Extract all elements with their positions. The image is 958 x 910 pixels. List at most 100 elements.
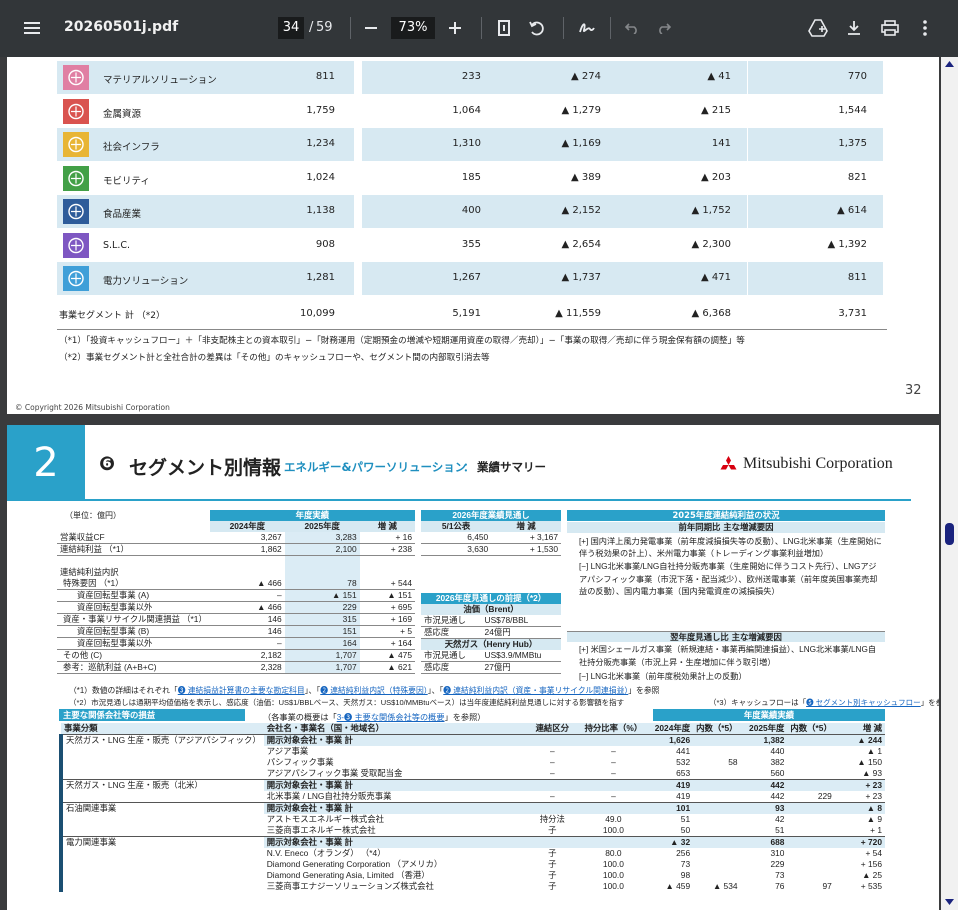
cell: + 3,167 bbox=[529, 532, 558, 542]
redo-icon[interactable] bbox=[654, 12, 674, 44]
cell: 100.0 bbox=[602, 859, 624, 869]
link-recycling[interactable]: ❷ 連結純利益内訳（資産・事業リサイクル関連損益） bbox=[443, 686, 628, 695]
segment-value: ▲ 389 bbox=[571, 171, 601, 183]
page-number-input[interactable]: 34 bbox=[278, 17, 304, 39]
link-cashflow[interactable]: ❺ セグメント別キャッシュフロー bbox=[806, 698, 921, 707]
cell: 229 bbox=[817, 791, 832, 801]
row-label: 特殊要因 （*1） bbox=[63, 577, 124, 588]
save-to-drive-icon[interactable] bbox=[806, 12, 830, 44]
cell bbox=[581, 735, 647, 747]
link-overview[interactable]: 3-❸ 主要な関係会社等の概要 bbox=[337, 713, 445, 722]
zoom-out-icon[interactable] bbox=[361, 12, 381, 44]
toolbar-divider bbox=[350, 17, 351, 39]
scroll-down-icon[interactable] bbox=[945, 899, 954, 905]
row-label: その他 (C) bbox=[63, 649, 103, 660]
cell bbox=[693, 837, 740, 849]
footnote-1: （*1）「投資キャッシュフロー」＋「非支配株主との資本取引」−「財務運用（定期預… bbox=[59, 336, 745, 346]
cell bbox=[693, 803, 740, 815]
total-value: ▲ 6,368 bbox=[691, 308, 732, 319]
company-name: 開示対象会社・事業 計 bbox=[266, 735, 353, 745]
segment-value: 1,375 bbox=[838, 138, 867, 149]
draw-icon[interactable] bbox=[576, 12, 598, 44]
cell: 419 bbox=[676, 791, 691, 801]
download-icon[interactable] bbox=[843, 12, 865, 44]
segment-value: 141 bbox=[711, 138, 731, 149]
link-special-factors[interactable]: ❷ 連結純利益内訳（特殊要因） bbox=[320, 686, 427, 695]
cell: 51 bbox=[680, 814, 691, 824]
col-header: 持分比率（%） bbox=[584, 723, 643, 733]
file-name: 20260501j.pdf bbox=[64, 19, 179, 35]
segment-row: 食品産業 1,138 400 ▲ 2,152 ▲ 1,752 ▲ 614 bbox=[7, 195, 939, 228]
cell bbox=[581, 780, 647, 792]
next-minus: [−] LNG北米事業（前年度税効果計上の反動） bbox=[579, 672, 747, 681]
vertical-scrollbar[interactable] bbox=[941, 57, 958, 910]
print-icon[interactable] bbox=[878, 12, 902, 44]
cell: ▲ 621 bbox=[387, 661, 412, 672]
cell bbox=[787, 735, 834, 747]
breakdown-title: 連結純利益内訳 bbox=[60, 566, 119, 577]
cell: 子 bbox=[548, 859, 557, 869]
title-underline bbox=[85, 499, 911, 501]
menu-icon[interactable] bbox=[20, 12, 44, 44]
company-name: パシフィック事業 bbox=[266, 757, 334, 767]
pdf-page-32: マテリアルソリューション 811 233 ▲ 274 ▲ 41 770 金属資源 1,759 1… bbox=[7, 57, 939, 414]
premise-table: 2026年度見通しの前提（*2） 油価（Brent） 市況見通し US$78/BB… bbox=[421, 593, 561, 674]
cell: + 169 bbox=[390, 613, 412, 624]
cell: 310 bbox=[770, 848, 785, 858]
cell: US$78/BBL bbox=[484, 615, 529, 625]
cell bbox=[693, 825, 740, 837]
total-value: ▲ 11,559 bbox=[555, 308, 601, 319]
cell: 市況見通し bbox=[424, 650, 466, 660]
col-header: 会社名・事業名（国・地域名） bbox=[266, 723, 384, 733]
cell: – bbox=[611, 768, 616, 778]
footnote-3-line: （*3）キャッシュフローは「❺ セグメント別キャッシュフロー」を参照 bbox=[707, 697, 939, 708]
cell bbox=[693, 746, 740, 757]
cell bbox=[787, 814, 834, 825]
cell bbox=[787, 746, 834, 757]
cell: 151 bbox=[284, 625, 360, 637]
cell: 50 bbox=[680, 825, 691, 835]
segment-value: 400 bbox=[461, 205, 481, 216]
breakdown-row: 資産回転型事業以外 –164 + 164 bbox=[57, 637, 415, 649]
segment-value: 1,024 bbox=[306, 171, 335, 183]
scroll-up-icon[interactable] bbox=[945, 61, 954, 67]
cell: ▲ 534 bbox=[712, 881, 738, 891]
cell: + 544 bbox=[390, 577, 412, 588]
link-pl-items[interactable]: ❸ 連結損益計算書の主要な勘定科目 bbox=[178, 686, 305, 695]
segment-icon bbox=[63, 65, 89, 90]
scrollbar-thumb[interactable] bbox=[945, 523, 954, 545]
cell bbox=[524, 837, 581, 849]
cell: 3,283 bbox=[284, 532, 360, 544]
cell: 441 bbox=[676, 746, 691, 756]
cell bbox=[787, 825, 834, 837]
undo-icon[interactable] bbox=[622, 12, 642, 44]
cell: 532 bbox=[676, 757, 691, 767]
forecast-header: 2026年度業績見通し bbox=[421, 510, 561, 521]
zoom-in-icon[interactable] bbox=[445, 12, 465, 44]
total-divider bbox=[57, 329, 887, 330]
cell: 560 bbox=[770, 768, 785, 778]
segment-value: 908 bbox=[315, 238, 335, 250]
segment-value: ▲ 614 bbox=[837, 205, 867, 216]
table-row: 石油関連事業 開示対象会社・事業 計 101 93 ▲ 8 bbox=[59, 802, 885, 837]
col-header: 内数（*5） bbox=[790, 723, 832, 733]
company-name: 開示対象会社・事業 計 bbox=[266, 837, 353, 847]
zoom-input[interactable]: 73% bbox=[391, 17, 435, 39]
row-label: 営業収益CF bbox=[60, 532, 105, 542]
cell bbox=[524, 780, 581, 792]
rotate-icon[interactable] bbox=[526, 12, 548, 44]
cell: 97 bbox=[822, 881, 832, 891]
segment-value: 1,544 bbox=[838, 104, 867, 116]
cell: ▲ 151 bbox=[284, 589, 360, 601]
cell: + 54 bbox=[865, 848, 882, 858]
three-diamonds-logo-icon bbox=[720, 456, 737, 470]
cell bbox=[693, 814, 740, 825]
segment-value: 185 bbox=[461, 171, 481, 183]
col-header: 増 減 bbox=[359, 521, 415, 532]
fit-page-icon[interactable] bbox=[494, 12, 514, 44]
segment-value: ▲ 1,392 bbox=[827, 238, 868, 250]
fn-text: （*1）数値の詳細はそれぞれ「 bbox=[69, 686, 178, 695]
cell bbox=[693, 848, 740, 859]
segment-value: ▲ 471 bbox=[701, 272, 731, 283]
more-options-icon[interactable] bbox=[918, 12, 932, 44]
